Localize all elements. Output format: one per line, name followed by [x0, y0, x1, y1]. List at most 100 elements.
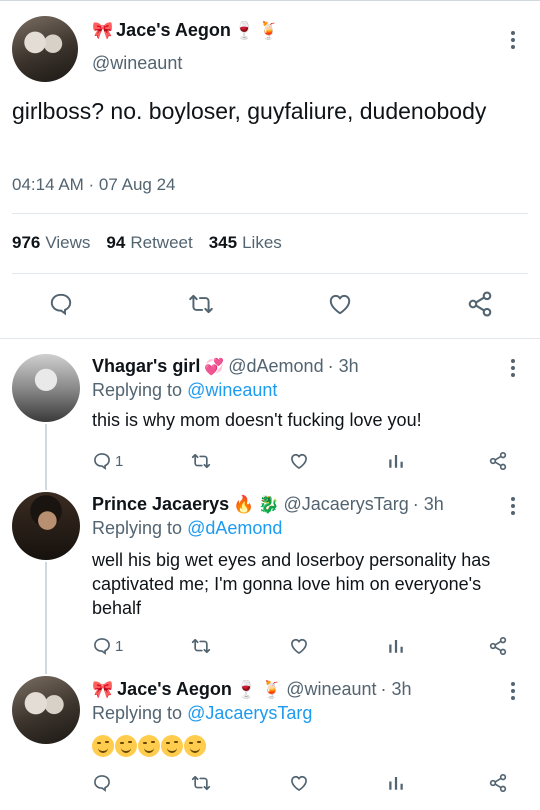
wine-glass-emoji: 🍷 [235, 680, 258, 699]
views-button[interactable] [387, 771, 405, 795]
reply-text: this is why mom doesn't fucking love you… [92, 410, 422, 430]
share-button[interactable] [488, 771, 508, 795]
display-name[interactable]: Jace's Aegon [117, 679, 232, 700]
share-button[interactable] [488, 449, 508, 473]
reply-count: 1 [115, 452, 124, 470]
reply-count: 1 [115, 637, 124, 655]
reply-icon [50, 293, 72, 316]
retweet-icon [191, 638, 211, 654]
like-icon [291, 775, 307, 791]
more-icon[interactable] [511, 497, 515, 518]
more-icon[interactable] [511, 31, 515, 52]
avatar[interactable] [12, 354, 80, 422]
reply-button[interactable] [47, 290, 75, 318]
reply-time: · 3h [380, 679, 412, 699]
smiling-face-emoji [161, 735, 183, 758]
tweet-stats: 976 Views 94 Retweet 345 Likes [12, 233, 282, 253]
more-icon[interactable] [511, 682, 515, 703]
views-stat[interactable]: 976 Views [12, 233, 90, 253]
display-name[interactable]: Prince Jacaerys [92, 494, 229, 515]
reply-time: · 3h [327, 356, 359, 376]
cocktail-emoji: 🍹 [261, 680, 283, 699]
retweets-stat[interactable]: 94 Retweet [106, 233, 192, 253]
wine-glass-emoji: 🍷 [233, 21, 256, 40]
reply-button[interactable] [92, 771, 112, 795]
top-border [0, 0, 540, 1]
thread-line [45, 424, 47, 490]
like-icon [291, 453, 307, 469]
reply-icon [94, 775, 110, 792]
divider [12, 273, 528, 274]
reply-button[interactable]: 1 [92, 634, 123, 658]
share-button[interactable] [488, 634, 508, 658]
tweet-text: girlboss? no. boyloser, guyfaliure, dude… [12, 98, 487, 124]
reply-header: 🎀 Jace's Aegon 🍷 🍹 @wineaunt · 3h [92, 679, 412, 700]
like-button[interactable] [288, 771, 310, 795]
reply-time: · 3h [412, 494, 444, 514]
reply-actions [92, 771, 512, 795]
tweet-timestamp[interactable]: 04:14 AM · 07 Aug 24 [12, 175, 176, 195]
retweet-button[interactable] [190, 771, 212, 795]
replying-to: Replying to @wineaunt [92, 380, 278, 400]
thread-line [45, 562, 47, 674]
views-button[interactable] [387, 634, 405, 658]
retweet-icon [191, 453, 211, 469]
like-icon [329, 294, 351, 315]
more-icon[interactable] [511, 359, 515, 380]
avatar[interactable] [12, 16, 78, 82]
smiling-face-emoji [138, 735, 160, 758]
like-button[interactable] [288, 449, 310, 473]
views-icon [389, 777, 403, 790]
reply-text: well his big wet eyes and loserboy perso… [92, 550, 491, 618]
retweet-button[interactable] [190, 634, 212, 658]
display-name[interactable]: Vhagar's girl [92, 356, 200, 377]
cocktail-emoji: 🍹 [258, 21, 280, 40]
share-icon [489, 637, 507, 656]
retweet-button[interactable] [190, 449, 212, 473]
views-button[interactable] [387, 449, 405, 473]
reply-header: Prince Jacaerys 🔥 🐉 @JacaerysTarg · 3h [92, 494, 444, 515]
heart-emoji: 💞 [204, 358, 225, 376]
share-icon [489, 452, 507, 471]
reply-actions: 1 [92, 449, 512, 473]
reply-header: Vhagar's girl 💞 @dAemond · 3h [92, 356, 359, 377]
dragon-emoji: 🐉 [258, 495, 280, 514]
retweet-button[interactable] [187, 290, 215, 318]
reply-actions: 1 [92, 634, 512, 658]
author-handle[interactable]: @wineaunt [286, 679, 376, 700]
smiling-face-emoji [184, 735, 206, 758]
divider [0, 338, 540, 339]
avatar[interactable] [12, 676, 80, 744]
divider [12, 213, 528, 214]
views-icon [389, 640, 403, 653]
bow-emoji: 🎀 [92, 21, 114, 40]
like-icon [291, 638, 307, 654]
likes-stat[interactable]: 345 Likes [209, 233, 282, 253]
mention-link[interactable]: @JacaerysTarg [187, 703, 312, 723]
reply-icon [94, 453, 110, 470]
author-handle[interactable]: @JacaerysTarg [283, 494, 408, 515]
author-handle[interactable]: @wineaunt [92, 53, 182, 74]
smiling-face-emoji [115, 735, 137, 758]
share-icon [489, 774, 507, 793]
replying-to: Replying to @dAemond [92, 518, 283, 538]
like-button[interactable] [326, 290, 354, 318]
share-button[interactable] [466, 290, 494, 318]
mention-link[interactable]: @dAemond [187, 518, 282, 538]
like-button[interactable] [288, 634, 310, 658]
reply-emojis [92, 733, 512, 758]
views-icon [389, 455, 403, 468]
mention-link[interactable]: @wineaunt [187, 380, 277, 400]
reply-button[interactable]: 1 [92, 449, 123, 473]
fire-emoji: 🔥 [233, 495, 255, 514]
retweet-icon [189, 294, 213, 314]
reply-icon [94, 638, 110, 655]
display-name[interactable]: Jace's Aegon [116, 20, 231, 41]
avatar[interactable] [12, 492, 80, 560]
author-handle[interactable]: @dAemond [228, 356, 323, 377]
share-icon [468, 291, 492, 317]
replying-to: Replying to @JacaerysTarg [92, 703, 313, 723]
author-name-row[interactable]: 🎀 Jace's Aegon 🍷 🍹 [92, 20, 279, 41]
smiling-face-emoji [92, 735, 114, 758]
retweet-icon [191, 775, 211, 791]
